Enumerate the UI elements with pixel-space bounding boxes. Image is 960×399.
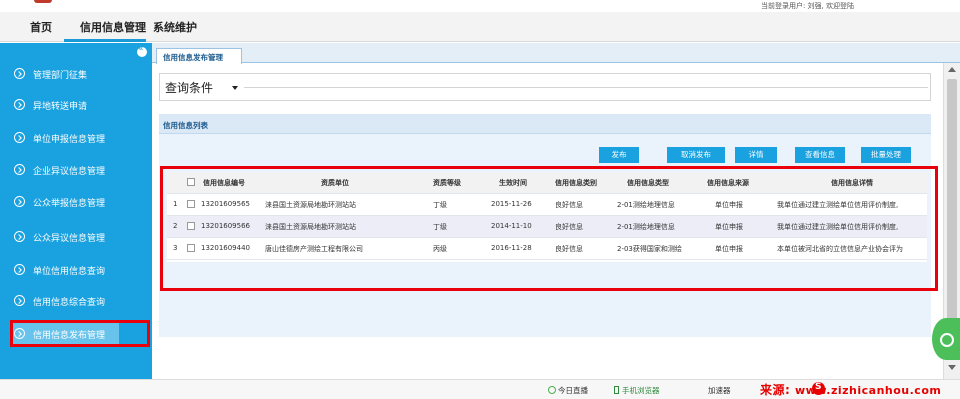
- sidebar-item-unit-credit-query[interactable]: 单位信用信息查询: [0, 259, 152, 281]
- sidebar-item-credit-comprehensive-query[interactable]: 信用信息综合查询: [0, 290, 152, 312]
- sidebar-item-label: 企业异议信息管理: [33, 167, 106, 177]
- status-accelerator[interactable]: 加速器: [708, 385, 731, 396]
- arrow-circle-icon: [14, 295, 25, 306]
- arrow-circle-icon: [14, 231, 25, 242]
- sogou-logo-icon[interactable]: [812, 382, 825, 395]
- page-tab-strip: 信用信息发布管理: [152, 43, 960, 64]
- query-section: 查询条件: [159, 73, 931, 101]
- publish-button[interactable]: 发布: [599, 147, 639, 163]
- status-today-live[interactable]: 今日直播: [548, 385, 588, 396]
- play-circle-icon: [548, 386, 556, 394]
- arrow-circle-icon: [14, 132, 25, 143]
- tab-credit-publish-management[interactable]: 信用信息发布管理: [156, 48, 242, 64]
- sidebar-item-dept-collection[interactable]: 管理部门征集: [0, 63, 152, 85]
- logo: [34, 0, 52, 3]
- scroll-up-icon[interactable]: [948, 67, 956, 72]
- tab-label: 信用信息发布管理: [163, 53, 223, 62]
- phone-icon: [614, 386, 619, 394]
- batch-process-button[interactable]: 批量处理: [861, 147, 911, 163]
- top-nav: 首页 信用信息管理 系统维护: [0, 12, 960, 42]
- status-today-label: 今日直播: [558, 386, 588, 395]
- arrow-circle-icon: [14, 196, 25, 207]
- status-browser-label: 手机浏览器: [622, 386, 660, 395]
- divider: [244, 87, 928, 88]
- table-annotation-box: [160, 166, 938, 291]
- browser-status-bar: 今日直播 手机浏览器 加速器 来源: www.zizhicanhou.com: [0, 379, 960, 399]
- details-button[interactable]: 详情: [735, 147, 777, 163]
- unpublish-button[interactable]: 取消发布: [667, 147, 725, 163]
- sidebar-annotation-box: [10, 320, 150, 347]
- list-header: 信用信息列表: [159, 114, 931, 134]
- top-strip: 当前登录用户: 刘强, 欢迎登陆: [0, 0, 960, 12]
- status-mobile-browser[interactable]: 手机浏览器: [614, 385, 660, 396]
- sidebar-item-unit-declaration[interactable]: 单位申报信息管理: [0, 127, 152, 149]
- list-title: 信用信息列表: [163, 121, 208, 130]
- caret-down-icon[interactable]: [232, 86, 238, 90]
- collapse-icon[interactable]: [137, 44, 147, 57]
- active-tab-indicator: [64, 39, 146, 42]
- source-label: 来源:: [760, 383, 791, 397]
- sidebar-item-public-objection[interactable]: 公众异议信息管理: [0, 226, 152, 248]
- sidebar-item-label: 异地转送申请: [33, 102, 88, 112]
- arrow-circle-icon: [14, 68, 25, 79]
- nav-tab-home[interactable]: 首页: [30, 19, 52, 35]
- sidebar-item-remote-transfer[interactable]: 异地转送申请: [0, 94, 152, 116]
- nav-tab-system-maintenance[interactable]: 系统维护: [153, 19, 197, 35]
- watermark-source: 来源: www.zizhicanhou.com: [760, 381, 941, 398]
- user-greeting: 当前登录用户: 刘强, 欢迎登陆: [760, 2, 854, 10]
- sidebar-item-public-report[interactable]: 公众举报信息管理: [0, 191, 152, 213]
- sidebar-item-label: 公众举报信息管理: [33, 199, 106, 209]
- scroll-thumb[interactable]: [947, 79, 957, 339]
- sidebar-item-label: 公众异议信息管理: [33, 234, 106, 244]
- query-toggle[interactable]: 查询条件: [165, 79, 213, 96]
- sidebar-item-label: 单位信用信息查询: [33, 267, 106, 277]
- arrow-circle-icon: [14, 264, 25, 275]
- scroll-down-icon[interactable]: [948, 365, 956, 370]
- sidebar-item-label: 管理部门征集: [33, 71, 88, 81]
- nav-tab-credit-management[interactable]: 信用信息管理: [80, 19, 146, 35]
- sidebar-item-label: 信用信息综合查询: [33, 298, 106, 308]
- view-info-button[interactable]: 查看信息: [795, 147, 845, 163]
- arrow-circle-icon: [14, 164, 25, 175]
- sidebar-item-label: 单位申报信息管理: [33, 135, 106, 145]
- floating-share-icon[interactable]: [932, 318, 960, 360]
- arrow-circle-icon: [14, 99, 25, 110]
- sidebar-item-enterprise-objection[interactable]: 企业异议信息管理: [0, 159, 152, 181]
